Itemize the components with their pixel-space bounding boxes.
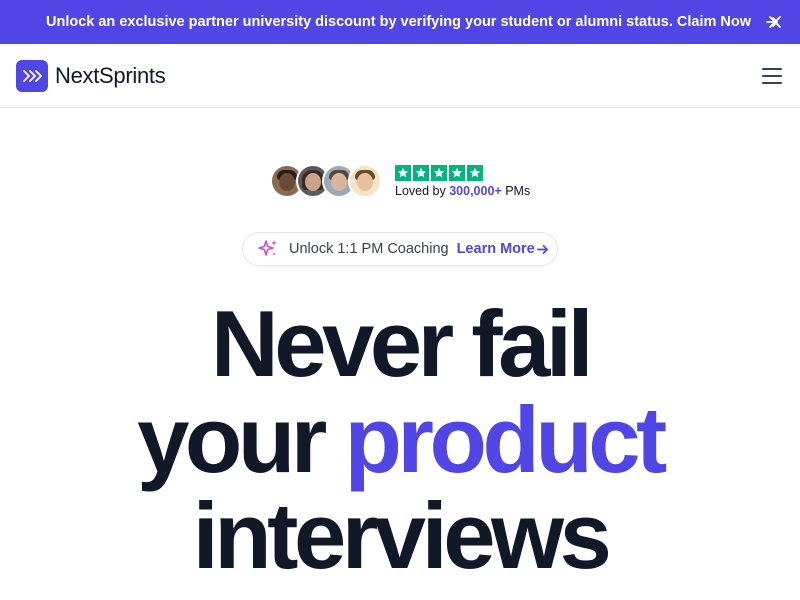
- promo-banner: Unlock an exclusive partner university d…: [0, 0, 800, 44]
- coaching-text: Unlock 1:1 PM Coaching: [289, 241, 449, 257]
- logo-text: NextSprints: [55, 63, 166, 88]
- chevrons-right-icon: [16, 60, 48, 92]
- promo-text: Unlock an exclusive partner university d…: [46, 14, 752, 30]
- loved-prefix: Loved by: [395, 183, 446, 198]
- star-icon: [413, 164, 429, 181]
- learn-more-link[interactable]: Learn More: [457, 241, 549, 257]
- star-icon: [431, 164, 447, 181]
- social-proof: Loved by 300,000+ PMs: [270, 163, 530, 199]
- avatar-group: [270, 164, 382, 198]
- arrow-right-icon: [536, 244, 548, 254]
- headline-line-1: Never fail: [210, 291, 594, 396]
- loved-count: 300,000+: [449, 183, 502, 198]
- headline-accent: product: [344, 387, 667, 492]
- hero-headline: Never fail your product interviews: [0, 296, 800, 584]
- sparkle-icon: [257, 238, 279, 260]
- promo-claim-link[interactable]: Unlock an exclusive partner university d…: [46, 0, 779, 44]
- avatar: [348, 164, 382, 198]
- close-icon[interactable]: [766, 13, 784, 31]
- rating: Loved by 300,000+ PMs: [395, 164, 530, 198]
- headline-line-2: your product: [0, 392, 800, 488]
- loved-suffix: PMs: [505, 183, 531, 198]
- star-rating: [395, 164, 530, 181]
- star-icon: [467, 164, 483, 181]
- star-icon: [449, 164, 465, 181]
- headline-plain: your: [137, 387, 327, 492]
- hamburger-menu-icon[interactable]: [762, 66, 782, 86]
- headline-line-3: interviews: [192, 483, 612, 588]
- coaching-pill[interactable]: Unlock 1:1 PM Coaching Learn More: [242, 232, 558, 266]
- navbar: NextSprints: [0, 44, 800, 108]
- star-icon: [395, 164, 411, 181]
- logo-link[interactable]: NextSprints: [16, 59, 166, 93]
- loved-by-text: Loved by 300,000+ PMs: [395, 184, 530, 198]
- learn-more-label: Learn More: [456, 241, 535, 257]
